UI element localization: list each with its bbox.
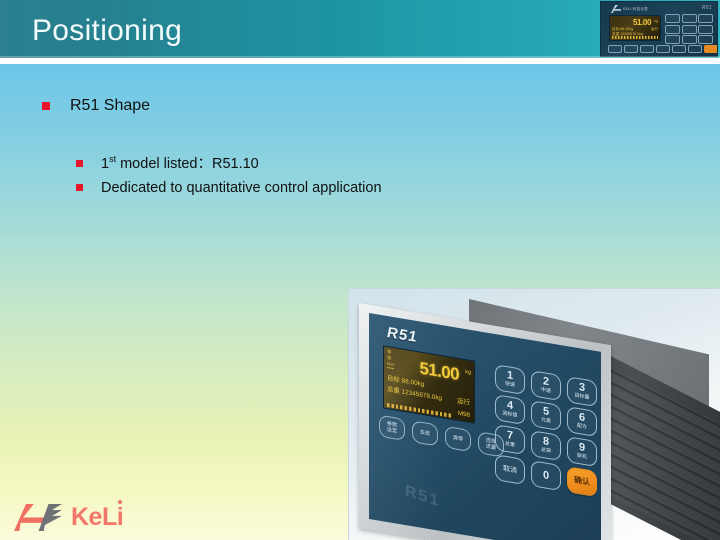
keypad-key-number: 确认: [574, 475, 590, 487]
thumbnail-key: [681, 14, 697, 23]
lcd-net-label: Net: [387, 361, 395, 369]
function-key-row: 参数 设定 去皮 清零 选择 流量: [379, 414, 504, 458]
slide-canvas: Positioning KELI 科技仪表 R51 51.00 kg 目标 88…: [0, 0, 720, 540]
keypad-key-1: 1 快速: [495, 364, 525, 396]
device-front-panel: R51 零 稳 Net 51.00 kg 目标 88.00kg 运行 总重 12…: [369, 313, 601, 540]
numeric-keypad: 1 快速 2 中速 3 目标量 4 回标值 5 允差 6 配方 7 总重 8 总…: [495, 364, 597, 498]
keli-logomark-icon: [14, 502, 64, 532]
keypad-key-7: 7 总重: [495, 424, 525, 456]
keypad-key-5: 5 允差: [531, 400, 561, 432]
keypad-key-cancel: 取消: [495, 454, 525, 486]
thumbnail-lcd-screen: 51.00 kg 目标 88.00kg 运行 总重 12345678.0kg: [609, 15, 661, 41]
function-key-zero: 清零: [445, 425, 471, 453]
bullet-square-icon: [76, 160, 83, 167]
lcd-run-status: 运行: [456, 397, 470, 407]
keypad-key-sublabel: 联机: [576, 453, 587, 461]
bullet-level2-label: Dedicated to quantitative control applic…: [101, 180, 382, 197]
thumbnail-lcd-unit: kg: [654, 19, 658, 23]
thumbnail-keypad: [665, 14, 713, 44]
keli-k-icon: [611, 5, 621, 13]
keypad-key-number: 0: [542, 468, 550, 482]
panel-watermark: R51: [405, 482, 441, 511]
thumbnail-function-key: [672, 45, 686, 53]
bullet-level2-model-listed: 1st model listed：R51.10: [72, 155, 460, 174]
keypad-key-0: 0: [531, 460, 561, 492]
function-key-line2: 设定: [386, 426, 398, 435]
bullet-square-icon: [42, 102, 50, 110]
thumbnail-model-label: R51: [701, 5, 712, 11]
slide-header: Positioning KELI 科技仪表 R51 51.00 kg 目标 88…: [0, 0, 720, 58]
page-title: Positioning: [32, 14, 183, 47]
keypad-key-8: 8 总袋: [531, 430, 561, 462]
thumbnail-function-key: [608, 45, 622, 53]
thumbnail-key: [698, 14, 713, 23]
bullet-level2-dedicated: Dedicated to quantitative control applic…: [72, 179, 460, 198]
thumbnail-function-key-row: [608, 45, 717, 53]
lcd-zero-indicator: 零: [387, 349, 392, 355]
thumbnail-function-key: [656, 45, 670, 53]
thumbnail-key: [698, 24, 713, 34]
product-brand-label: R51: [387, 324, 418, 347]
lcd-program-code: M98: [457, 409, 470, 419]
thumbnail-key: [665, 14, 680, 23]
lcd-target-weight: 目标 88.00kg: [387, 375, 425, 389]
lcd-indicators: 零 稳: [387, 349, 391, 362]
lcd-screen: 零 稳 Net 51.00 kg 目标 88.00kg 运行 总重 123456…: [383, 345, 475, 424]
keli-wordmark: KeLi: [71, 499, 124, 531]
keypad-key-sublabel: 配方: [576, 423, 587, 431]
bullet-level2-prefix: 1: [101, 156, 110, 172]
lcd-weight-value: 51.00: [419, 358, 459, 385]
thumbnail-lcd-value: 51.00: [632, 18, 651, 27]
bullet-level2-rest: model listed：R51.10: [116, 156, 259, 172]
function-key-parameter-setting: 参数 设定: [379, 414, 405, 442]
device-thumbnail-image: KELI 科技仪表 R51 51.00 kg 目标 88.00kg 运行 总重 …: [600, 1, 718, 57]
slide-body: R51 Shape 1st model listed：R51.10 Dedica…: [0, 64, 460, 198]
thumbnail-brand-text: KELI 科技仪表: [623, 6, 648, 11]
keypad-key-sublabel: 总袋: [540, 447, 551, 455]
thumbnail-lcd-progress-bar: [612, 36, 658, 39]
keli-wordmark-text: KeLi: [71, 502, 124, 531]
lcd-stable-indicator: 稳: [387, 354, 392, 361]
keypad-key-sublabel: 总重: [504, 441, 515, 449]
keypad-key-sublabel: 目标量: [574, 392, 590, 402]
keypad-key-number: 取消: [503, 464, 517, 475]
thumbnail-key: [681, 24, 697, 34]
keypad-key-sublabel: 允差: [540, 417, 551, 425]
thumbnail-lcd-status: 运行: [650, 27, 658, 31]
keli-k-red-icon: [14, 504, 44, 531]
keypad-key-sublabel: 快速: [504, 381, 515, 389]
keypad-key-6: 6 配方: [567, 406, 597, 438]
bullet-square-icon: [76, 184, 83, 192]
keypad-key-9: 9 联机: [567, 436, 597, 468]
lcd-segment-bargraph: [387, 403, 453, 419]
function-key-tare: 去皮: [412, 420, 438, 447]
bullet-level1-label: R51 Shape: [70, 97, 151, 114]
thumbnail-function-key: [688, 45, 702, 53]
thumbnail-key: [681, 35, 697, 44]
keli-footer-logo: KeLi: [14, 499, 124, 534]
function-key-line1: 去皮: [419, 429, 431, 437]
bullet-level1-r51-shape: R51 Shape: [40, 96, 460, 116]
keli-wordmark-dot-icon: [118, 499, 123, 504]
keypad-key-sublabel: 中速: [540, 387, 551, 395]
thumbnail-function-key: [624, 45, 638, 53]
function-key-line1: 清零: [452, 434, 464, 443]
keypad-key-3: 3 目标量: [567, 376, 597, 408]
keypad-key-confirm: 确认: [567, 466, 597, 498]
product-photo: R51 零 稳 Net 51.00 kg 目标 88.00kg 运行 总重 12…: [348, 288, 720, 540]
thumbnail-key: [665, 35, 680, 44]
lcd-total-weight: 总重 12345678.0kg: [387, 386, 443, 403]
thumbnail-confirm-key: [704, 45, 717, 53]
keypad-key-2: 2 中速: [531, 370, 561, 402]
thumbnail-brand-logo: KELI 科技仪表: [611, 5, 653, 13]
keypad-key-4: 4 回标值: [495, 394, 525, 426]
thumbnail-function-key: [640, 45, 654, 53]
lcd-weight-unit: kg: [465, 369, 471, 377]
keypad-key-sublabel: 回标值: [502, 410, 518, 420]
thumbnail-key: [698, 35, 713, 44]
thumbnail-key: [665, 24, 680, 34]
